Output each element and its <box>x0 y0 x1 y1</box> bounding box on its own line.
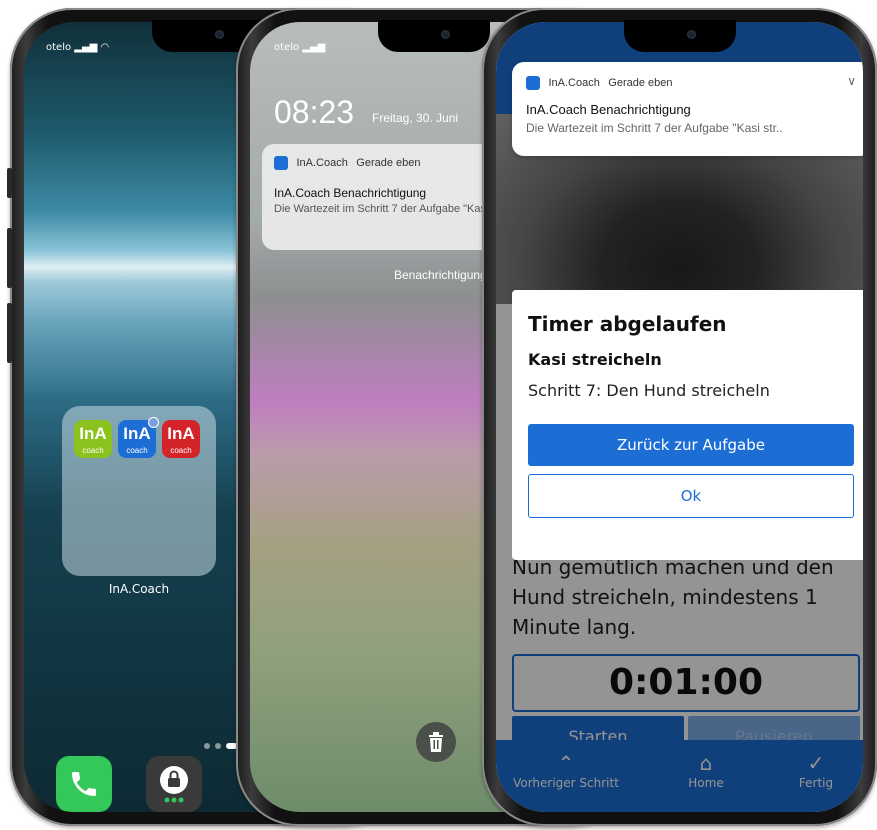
delete-button[interactable] <box>416 722 456 762</box>
dialog-title: Timer abgelaufen <box>528 312 727 336</box>
folder-label: InA.Coach <box>108 582 170 596</box>
back-to-task-button[interactable]: Zurück zur Aufgabe <box>528 424 854 466</box>
lock-time: 08:23 <box>274 94 355 130</box>
carrier-label: otelo <box>46 42 72 53</box>
notch <box>377 20 490 52</box>
status-bar: otelo ▂▄▆ <box>274 42 325 53</box>
app-screen: Nun gemütlich machen und den Hund streic… <box>496 22 863 812</box>
notification-app-name: InA.Coach <box>296 156 348 169</box>
app-icon-sub: coach <box>82 446 104 455</box>
inacoach-blue-app-icon[interactable]: InA coach <box>118 417 159 458</box>
chevron-down-icon[interactable]: ∨ <box>847 74 856 88</box>
phone-icon <box>72 772 96 796</box>
notification-body: Die Wartezeit im Schritt 7 der Aufgabe "… <box>526 121 783 135</box>
phone-app-screen: Nun gemütlich machen und den Hund streic… <box>482 8 877 826</box>
status-bar: otelo ▂▄▆ ◠ <box>46 42 109 53</box>
notification-badge <box>148 417 159 428</box>
app-folder[interactable]: InA coach InA coach InA coach <box>62 406 216 576</box>
carrier-label: otelo <box>274 42 300 53</box>
signal-icon: ▂▄▆ <box>74 42 98 53</box>
dialog-step: Schritt 7: Den Hund streicheln <box>528 381 770 400</box>
dialog-task-name: Kasi streicheln <box>528 350 662 369</box>
app-icon-sub: coach <box>126 446 148 455</box>
app-icon-brand: InA <box>79 424 107 443</box>
messenger-app-icon[interactable] <box>146 756 202 812</box>
push-notification-banner[interactable]: InA.Coach Gerade eben ∨ InA.Coach Benach… <box>512 62 863 156</box>
wifi-icon: ◠ <box>100 42 110 53</box>
chat-lock-icon <box>160 766 188 803</box>
phone-app-icon[interactable] <box>56 756 112 812</box>
lock-date: Freitag, 30. Juni <box>372 111 459 125</box>
app-icon-brand: InA <box>167 424 195 443</box>
inacoach-app-icon <box>274 155 288 170</box>
timer-dialog: Timer abgelaufen Kasi streicheln Schritt… <box>512 290 863 560</box>
notification-app-name: InA.Coach <box>548 76 600 89</box>
trash-icon <box>429 732 443 752</box>
notification-time: Gerade eben <box>608 76 673 89</box>
notification-time: Gerade eben <box>356 156 421 169</box>
inacoach-green-app-icon[interactable]: InA coach <box>74 420 112 458</box>
notification-title: InA.Coach Benachrichtigung <box>526 102 691 117</box>
ok-button[interactable]: Ok <box>528 474 854 518</box>
inacoach-app-icon <box>526 75 540 90</box>
notch <box>623 20 736 52</box>
inacoach-red-app-icon[interactable]: InA coach <box>162 420 200 458</box>
signal-icon: ▂▄▆ <box>302 42 326 53</box>
app-icon-sub: coach <box>170 446 192 455</box>
